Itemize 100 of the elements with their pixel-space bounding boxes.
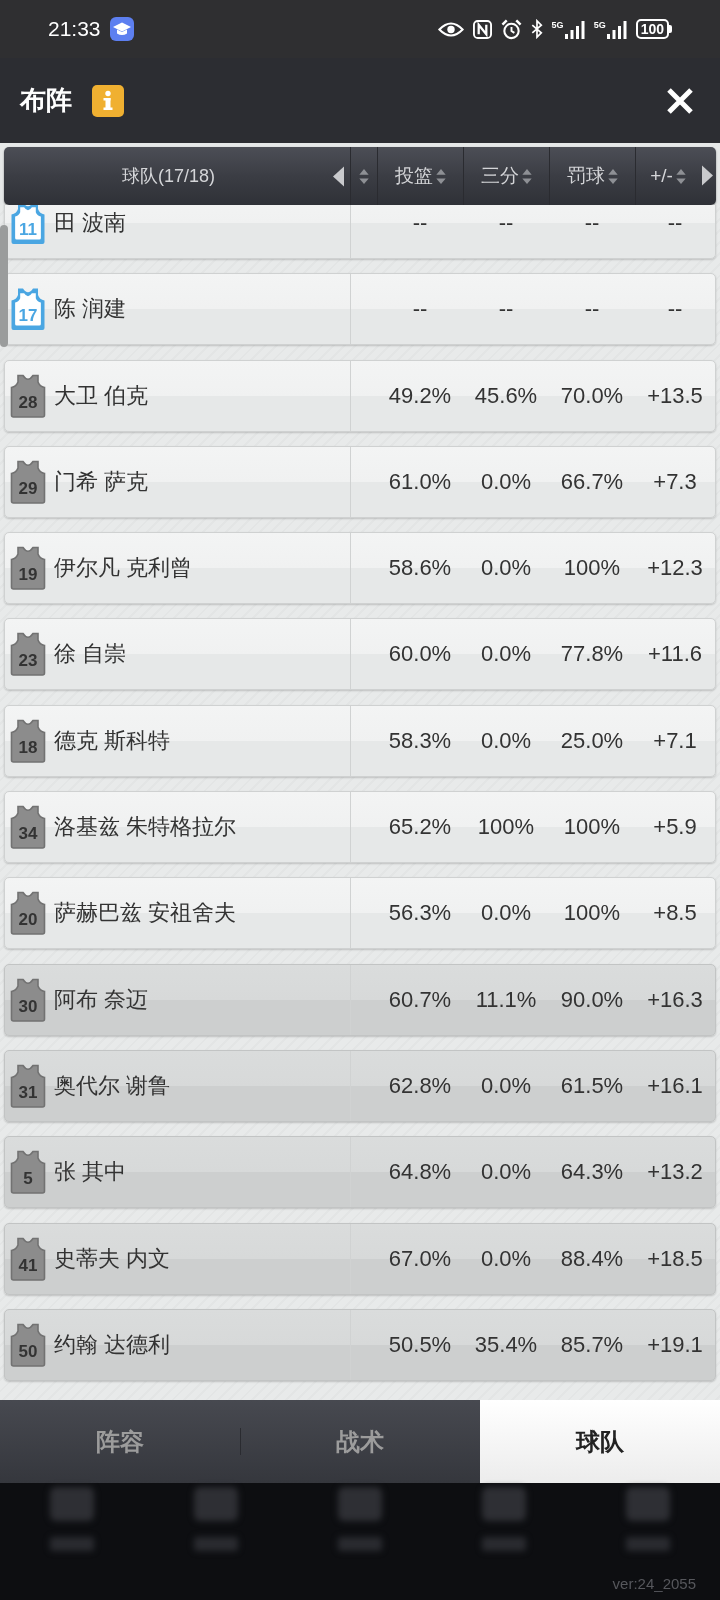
jersey-number: 30 bbox=[18, 997, 38, 1016]
stat-value: 62.8% bbox=[388, 1072, 452, 1099]
tab[interactable]: 球队 bbox=[480, 1400, 720, 1483]
player-row[interactable]: 34 洛基兹 朱特格拉尔 65.2% 100% 100% +5.9 bbox=[4, 791, 716, 864]
tab[interactable]: 战术 bbox=[240, 1400, 480, 1483]
stat-value: -- bbox=[584, 296, 600, 323]
tab[interactable]: 阵容 bbox=[0, 1400, 240, 1483]
player-row[interactable]: 31 奥代尔 谢鲁 62.8% 0.0% 61.5% +16.1 bbox=[4, 1049, 716, 1122]
player-name: 阿布 奈迈 bbox=[54, 985, 149, 1014]
jersey-number: 41 bbox=[18, 1256, 38, 1275]
blurred-nav-drawing bbox=[479, 1487, 529, 1551]
info-icon[interactable] bbox=[92, 84, 124, 117]
stat-value: -- bbox=[498, 296, 514, 323]
stat-value: 85.7% bbox=[560, 1331, 624, 1358]
signal-icon bbox=[606, 20, 627, 39]
stat-value: 0.0% bbox=[480, 1159, 532, 1186]
player-row[interactable]: 41 史蒂夫 内文 67.0% 0.0% 88.4% +18.5 bbox=[4, 1222, 716, 1295]
sort-icon bbox=[608, 168, 618, 184]
blurred-nav-drawing bbox=[335, 1487, 385, 1551]
close-icon bbox=[666, 86, 694, 115]
player-row[interactable]: 23 徐 自崇 60.0% 0.0% 77.8% +11.6 bbox=[4, 618, 716, 691]
player-row[interactable]: 28 大卫 伯克 49.2% 45.6% 70.0% +13.5 bbox=[4, 359, 716, 432]
stat-value: +7.3 bbox=[653, 468, 697, 495]
player-name: 史蒂夫 内文 bbox=[54, 1244, 171, 1273]
player-row[interactable]: 50 约翰 达德利 50.5% 35.4% 85.7% +19.1 bbox=[4, 1308, 716, 1381]
stat-value: -- bbox=[667, 296, 683, 323]
stat-value: +16.1 bbox=[647, 1072, 703, 1099]
stat-value: 65.2% bbox=[388, 814, 452, 841]
stat-value: +13.5 bbox=[647, 382, 703, 409]
player-row[interactable]: 18 德克 斯科特 58.3% 0.0% 25.0% +7.1 bbox=[4, 704, 716, 777]
stat-value: 11.1% bbox=[475, 986, 537, 1013]
sort-icon bbox=[522, 168, 532, 184]
blurred-nav-drawing bbox=[191, 1487, 241, 1551]
player-row[interactable]: 30 阿布 奈迈 60.7% 11.1% 90.0% +16.3 bbox=[4, 963, 716, 1036]
player-row[interactable]: 19 伊尔凡 克利曾 58.6% 0.0% 100% +12.3 bbox=[4, 532, 716, 605]
stat-value: +11.6 bbox=[647, 641, 702, 668]
stat-value: 45.6% bbox=[474, 382, 538, 409]
battery-level-text: 100 bbox=[635, 19, 669, 39]
player-name: 大卫 伯克 bbox=[54, 381, 149, 410]
stat-value: 58.3% bbox=[388, 727, 452, 754]
stat-value: 0.0% bbox=[480, 555, 532, 582]
stat-value: 0.0% bbox=[480, 1072, 532, 1099]
left-arrow-icon[interactable] bbox=[333, 165, 344, 187]
player-row[interactable]: 29 门希 萨克 61.0% 0.0% 66.7% +7.3 bbox=[4, 445, 716, 518]
blurred-nav-drawing bbox=[623, 1487, 673, 1551]
stat-value: 58.6% bbox=[388, 555, 452, 582]
stat-value: 61.5% bbox=[560, 1072, 624, 1099]
stat-value: 64.8% bbox=[388, 1159, 452, 1186]
nfc-icon bbox=[472, 19, 492, 39]
player-name: 洛基兹 朱特格拉尔 bbox=[54, 813, 237, 842]
jersey-number: 29 bbox=[18, 479, 38, 498]
stat-value: -- bbox=[412, 296, 428, 323]
jersey-number: 18 bbox=[18, 738, 38, 757]
stat-value: 50.5% bbox=[388, 1331, 452, 1358]
stat-value: 49.2% bbox=[388, 382, 452, 409]
stat-value: 0.0% bbox=[480, 727, 532, 754]
player-name: 张 其中 bbox=[54, 1158, 127, 1187]
player-row[interactable]: 11 田 波南 -- -- -- -- bbox=[4, 205, 716, 259]
right-arrow-icon[interactable] bbox=[702, 165, 713, 186]
stat-value: 67.0% bbox=[388, 1245, 452, 1272]
player-name: 约翰 达德利 bbox=[54, 1330, 171, 1359]
version-label: ver:24_2055 bbox=[612, 1575, 696, 1592]
jersey-number: 17 bbox=[18, 307, 38, 326]
jersey-number: 20 bbox=[18, 911, 38, 930]
player-row[interactable]: 20 萨赫巴兹 安祖舍夫 56.3% 0.0% 100% +8.5 bbox=[4, 877, 716, 950]
stat-value: -- bbox=[412, 210, 428, 236]
stat-value: 56.3% bbox=[388, 900, 452, 927]
stat-value: 77.8% bbox=[560, 641, 624, 668]
stat-value: 0.0% bbox=[480, 1245, 532, 1272]
jersey-number: 11 bbox=[19, 221, 37, 239]
eye-icon bbox=[437, 20, 464, 38]
stat-value: 88.4% bbox=[560, 1245, 624, 1272]
player-name: 田 波南 bbox=[54, 209, 127, 237]
stat-value: 61.0% bbox=[388, 468, 452, 495]
player-name: 萨赫巴兹 安祖舍夫 bbox=[54, 899, 237, 928]
stat-value: +7.1 bbox=[653, 727, 697, 754]
close-button[interactable] bbox=[666, 86, 694, 115]
stat-value: +12.3 bbox=[647, 555, 703, 582]
graduation-cap-icon bbox=[109, 17, 134, 41]
jersey-number: 31 bbox=[18, 1083, 38, 1102]
player-name: 奥代尔 谢鲁 bbox=[54, 1071, 171, 1100]
player-name: 陈 润建 bbox=[54, 295, 127, 324]
sort-icon[interactable] bbox=[359, 168, 369, 184]
stat-value: +13.2 bbox=[647, 1159, 703, 1186]
stat-value: 0.0% bbox=[480, 900, 532, 927]
jersey-number: 5 bbox=[23, 1170, 33, 1189]
stat-value: +5.9 bbox=[653, 814, 697, 841]
stat-value: 70.0% bbox=[560, 382, 624, 409]
blurred-nav-drawing bbox=[47, 1487, 97, 1551]
stat-value: 60.7% bbox=[388, 986, 452, 1013]
player-row[interactable]: 5 张 其中 64.8% 0.0% 64.3% +13.2 bbox=[4, 1136, 716, 1209]
bluetooth-icon bbox=[530, 19, 543, 39]
jersey-number: 19 bbox=[18, 566, 38, 585]
column-header[interactable]: 球队(17/18) bbox=[4, 147, 333, 205]
stat-value: +19.1 bbox=[647, 1331, 703, 1358]
stat-value: 60.0% bbox=[388, 641, 452, 668]
stat-value: 0.0% bbox=[480, 641, 532, 668]
player-name: 门希 萨克 bbox=[54, 467, 149, 496]
stat-value: -- bbox=[584, 210, 600, 236]
stat-value: +18.5 bbox=[647, 1245, 703, 1272]
